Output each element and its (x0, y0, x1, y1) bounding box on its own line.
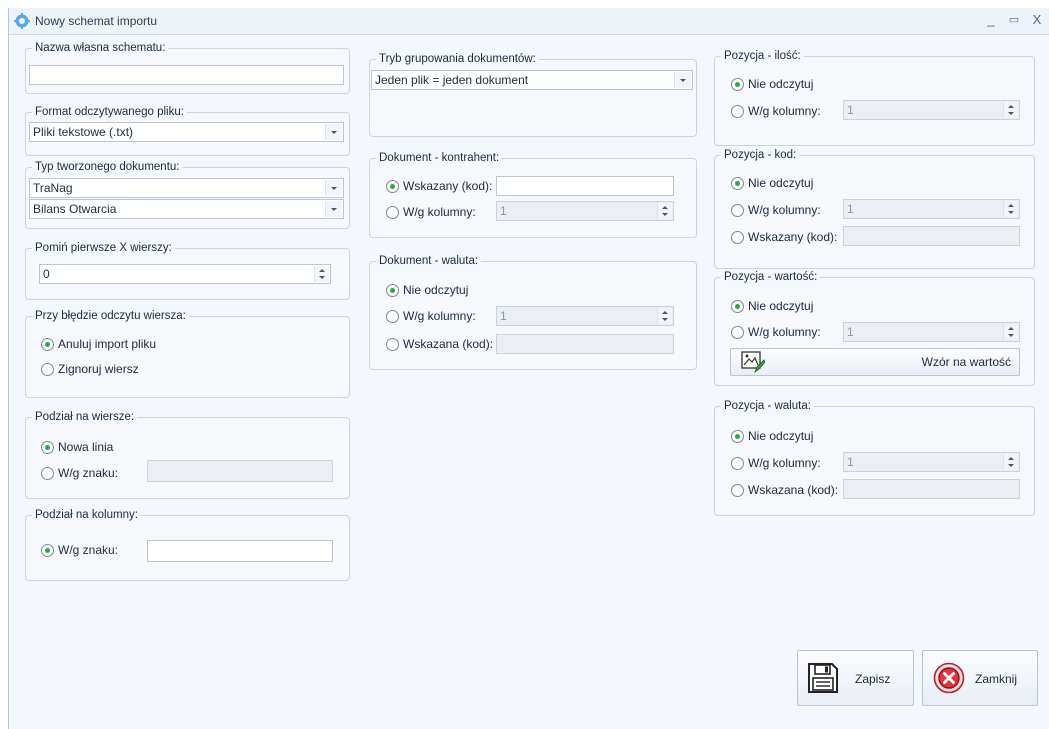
value-group: Pozycja - wartość: Nie odczytuj W/g kolu… (714, 270, 1035, 386)
chevron-down-icon[interactable] (325, 124, 342, 140)
close-circle-icon (933, 662, 965, 694)
chevron-down-icon[interactable] (325, 180, 342, 196)
import-schema-window: Nowy schemat importu _ ▭ X Nazwa własna … (8, 8, 1049, 729)
spinner-icon[interactable] (314, 266, 329, 282)
grouping-select[interactable]: Jeden plik = jeden dokument (371, 70, 693, 90)
value-label: Pozycja - wartość: (721, 270, 821, 285)
row-split-label: Podział na wiersze: (32, 410, 138, 425)
spinner-icon[interactable] (657, 203, 672, 219)
contractor-label: Dokument - kontrahent: (376, 151, 503, 166)
qty-label: Pozycja - ilość: (721, 49, 804, 64)
col-split-label: Podział na kolumny: (32, 508, 141, 523)
minimize-button[interactable]: _ (981, 11, 1001, 29)
pos-currency-column-stepper[interactable]: 1 (843, 452, 1020, 472)
currency-label: Dokument - waluta: (376, 254, 482, 269)
schema-name-input[interactable] (29, 65, 344, 85)
chevron-down-icon[interactable] (674, 72, 691, 88)
skip-rows-group: Pomiń pierwsze X wierszy: 0 (25, 241, 350, 300)
code-group: Pozycja - kod: Nie odczytuj W/g kolumny:… (714, 148, 1035, 269)
row-split-char-input[interactable] (147, 460, 333, 482)
doc-subtype-select[interactable]: Bilans Otwarcia (29, 199, 344, 219)
code-column-stepper[interactable]: 1 (843, 199, 1020, 219)
contractor-code-input[interactable] (496, 176, 674, 196)
doc-type-label: Typ tworzonego dokumentu: (32, 160, 183, 175)
pos-currency-label: Pozycja - waluta: (721, 399, 814, 414)
col-split-char-input[interactable] (147, 540, 333, 562)
title-bar[interactable]: Nowy schemat importu _ ▭ X (9, 8, 1049, 35)
image-edit-icon (741, 351, 765, 374)
pos-currency-code-input[interactable] (843, 479, 1020, 499)
file-format-label: Format odczytywanego pliku: (32, 105, 187, 120)
floppy-disk-icon (808, 663, 838, 693)
value-formula-button[interactable]: Wzór na wartość (730, 348, 1020, 376)
contractor-column-stepper[interactable]: 1 (496, 201, 674, 221)
row-split-group: Podział na wiersze: Nowa linia W/g znaku… (25, 410, 350, 499)
value-column-stepper[interactable]: 1 (843, 322, 1020, 342)
pos-currency-group: Pozycja - waluta: Nie odczytuj W/g kolum… (714, 399, 1035, 516)
currency-column-stepper[interactable]: 1 (496, 306, 674, 326)
spinner-icon[interactable] (1003, 324, 1018, 340)
qty-group: Pozycja - ilość: Nie odczytuj W/g kolumn… (714, 49, 1035, 146)
maximize-button[interactable]: ▭ (1004, 11, 1024, 29)
app-gear-icon (14, 13, 30, 29)
spinner-icon[interactable] (657, 308, 672, 324)
grouping-group: Tryb grupowania dokumentów: Jeden plik =… (369, 52, 697, 137)
skip-rows-stepper[interactable]: 0 (39, 264, 331, 284)
spinner-icon[interactable] (1003, 201, 1018, 217)
code-specified-input[interactable] (843, 226, 1020, 246)
doc-type-group: Typ tworzonego dokumentu: TraNag Bilans … (25, 160, 350, 229)
doc-type-select[interactable]: TraNag (29, 178, 344, 198)
code-label: Pozycja - kod: (721, 148, 800, 163)
grouping-label: Tryb grupowania dokumentów: (376, 52, 539, 67)
skip-rows-label: Pomiń pierwsze X wierszy: (32, 241, 175, 256)
chevron-down-icon[interactable] (325, 201, 342, 217)
currency-group: Dokument - waluta: Nie odczytuj W/g kolu… (369, 254, 697, 370)
row-error-group: Przy błędzie odczytu wiersza: Anuluj imp… (25, 309, 350, 398)
save-button[interactable]: Zapisz (797, 650, 914, 706)
close-window-button[interactable]: X (1027, 11, 1047, 29)
close-button[interactable]: Zamknij (922, 650, 1038, 706)
contractor-group: Dokument - kontrahent: Wskazany (kod): W… (369, 151, 697, 238)
file-format-group: Format odczytywanego pliku: Pliki teksto… (25, 105, 350, 156)
row-error-label: Przy błędzie odczytu wiersza: (32, 309, 189, 324)
schema-name-group: Nazwa własna schematu: (25, 41, 350, 94)
currency-code-input[interactable] (496, 334, 674, 354)
qty-column-stepper[interactable]: 1 (843, 100, 1020, 120)
file-format-select[interactable]: Pliki tekstowe (.txt) (29, 122, 344, 142)
spinner-icon[interactable] (1003, 454, 1018, 470)
col-split-group: Podział na kolumny: W/g znaku: (25, 508, 350, 581)
window-title: Nowy schemat importu (35, 14, 158, 28)
spinner-icon[interactable] (1003, 102, 1018, 118)
schema-name-label: Nazwa własna schematu: (32, 41, 169, 56)
